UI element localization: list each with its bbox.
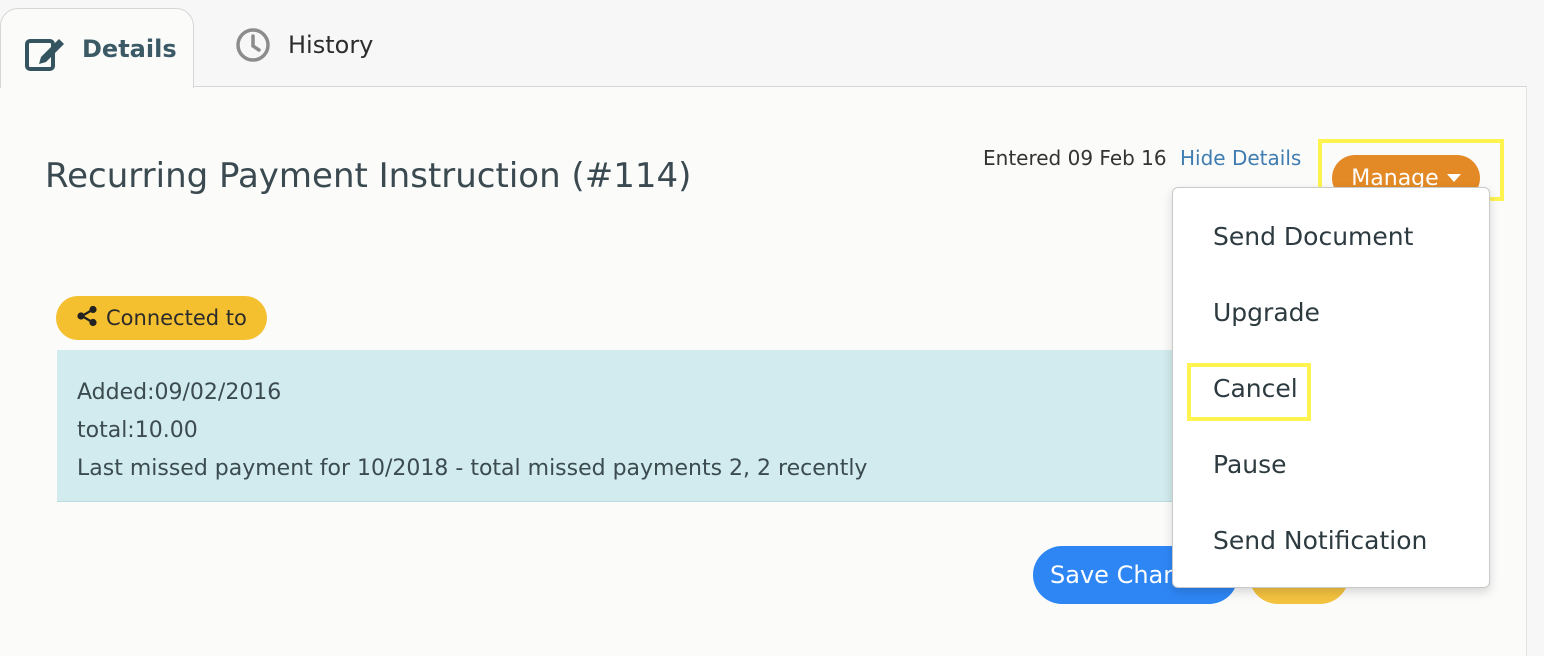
tab-details-label: Details bbox=[82, 35, 177, 63]
menu-item-upgrade[interactable]: Upgrade bbox=[1213, 298, 1320, 327]
share-icon bbox=[76, 305, 98, 332]
tab-history-label: History bbox=[288, 31, 374, 59]
connected-to-label: Connected to bbox=[106, 306, 247, 330]
menu-item-send-document[interactable]: Send Document bbox=[1213, 222, 1413, 251]
connected-to-badge: Connected to bbox=[56, 296, 267, 340]
menu-item-pause[interactable]: Pause bbox=[1213, 450, 1287, 479]
page-title: Recurring Payment Instruction (#114) bbox=[45, 156, 692, 196]
menu-item-send-notification[interactable]: Send Notification bbox=[1213, 526, 1427, 555]
clock-icon bbox=[234, 26, 272, 68]
edit-icon bbox=[23, 31, 67, 79]
entered-date: Entered 09 Feb 16 bbox=[983, 146, 1167, 170]
tab-bar: Details History bbox=[0, 0, 1544, 88]
hide-details-link[interactable]: Hide Details bbox=[1180, 146, 1301, 170]
cancel-highlight bbox=[1187, 363, 1311, 421]
tab-details[interactable]: Details bbox=[0, 8, 194, 88]
